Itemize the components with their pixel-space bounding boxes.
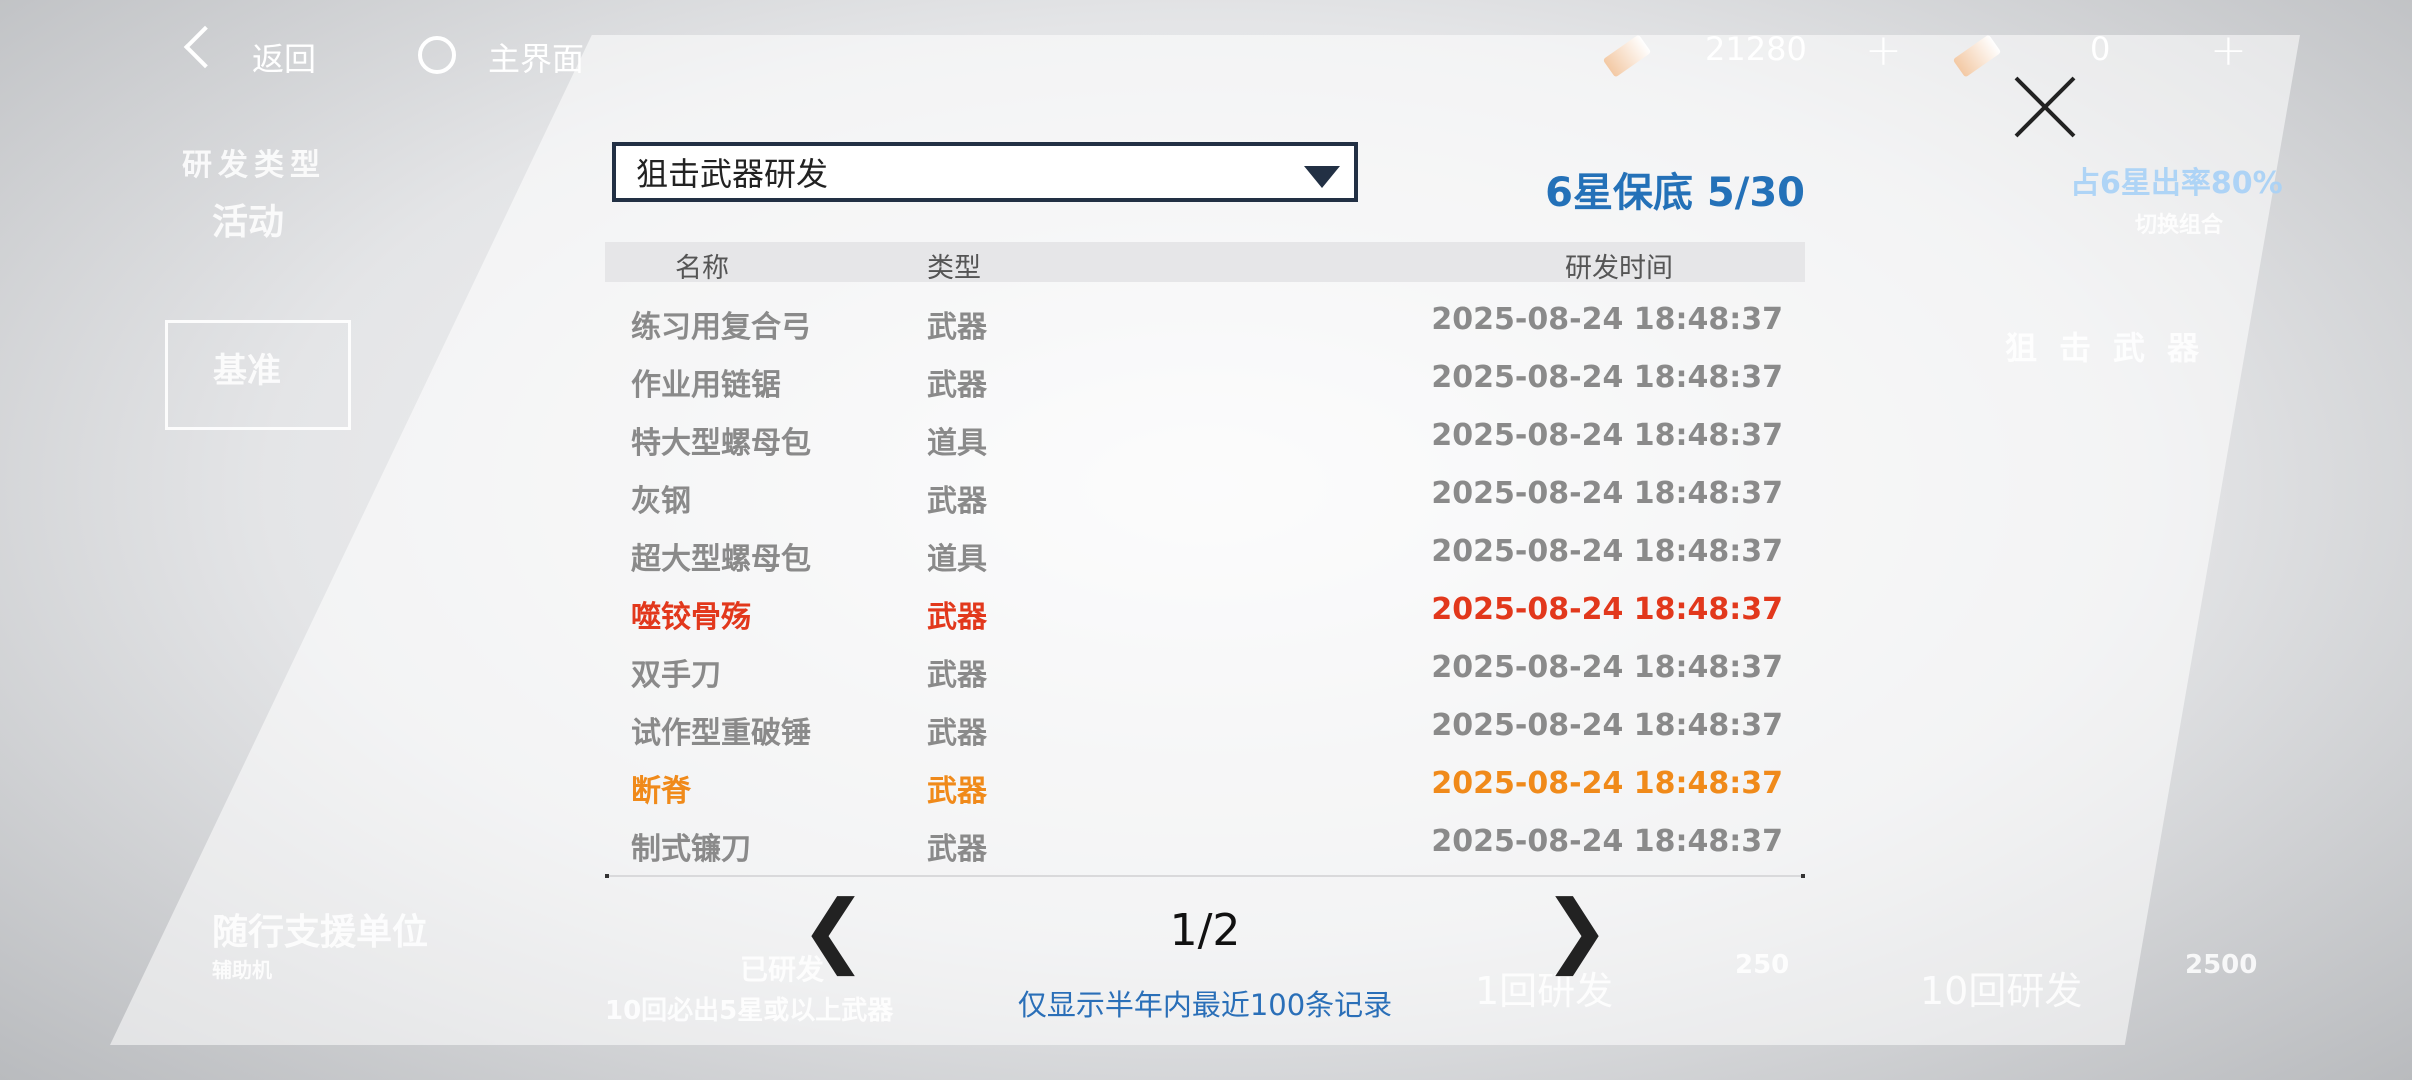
table-row: 制式镰刀 武器 2025-08-24 18:48:37 (605, 814, 1805, 872)
support-sub: 辅助机 (212, 958, 272, 982)
table-row: 特大型螺母包 道具 2025-08-24 18:48:37 (605, 408, 1805, 466)
item-type: 武器 (927, 484, 987, 519)
close-icon[interactable] (2010, 72, 2080, 142)
item-time: 2025-08-24 18:48:37 (1431, 360, 1783, 395)
item-name: 噬铰骨殇 (631, 600, 751, 635)
item-type: 武器 (927, 774, 987, 809)
item-type: 武器 (927, 832, 987, 867)
dropdown-selected-label: 狙击武器研发 (636, 155, 829, 193)
currency1-add-button[interactable]: + (1865, 25, 1902, 76)
home-button[interactable]: 主界面 (488, 34, 584, 80)
table-row: 双手刀 武器 2025-08-24 18:48:37 (605, 640, 1805, 698)
table-row: 作业用链锯 武器 2025-08-24 18:48:37 (605, 350, 1805, 408)
table-row: 灰钢 武器 2025-08-24 18:48:37 (605, 466, 1805, 524)
guarantee-counter: 6星保底 5/30 (1545, 170, 1805, 216)
item-name: 断脊 (631, 774, 691, 809)
next-page-button[interactable]: ❯ (1543, 890, 1610, 970)
category-standard-tab[interactable]: 基准 (165, 320, 351, 430)
item-time: 2025-08-24 18:48:37 (1431, 302, 1783, 337)
item-time: 2025-08-24 18:48:37 (1431, 418, 1783, 453)
item-name: 超大型螺母包 (631, 542, 811, 577)
category-title: 研发类型 (182, 148, 326, 183)
item-type: 道具 (927, 426, 987, 461)
pull10-button[interactable]: 10回研发 (1920, 960, 2082, 1015)
pull1-cost: 250 (1735, 950, 1790, 980)
item-name: 作业用链锯 (631, 368, 781, 403)
item-type: 武器 (927, 368, 987, 403)
page-indicator: 1/2 (1169, 905, 1241, 956)
item-name: 试作型重破锤 (631, 716, 811, 751)
table-row: 噬铰骨殇 武器 2025-08-24 18:48:37 (605, 582, 1805, 640)
currency1-value: 21280 (1705, 30, 1807, 68)
item-type: 道具 (927, 542, 987, 577)
table-row: 断脊 武器 2025-08-24 18:48:37 (605, 756, 1805, 814)
table-row: 试作型重破锤 武器 2025-08-24 18:48:37 (605, 698, 1805, 756)
item-time: 2025-08-24 18:48:37 (1431, 766, 1783, 801)
item-name: 特大型螺母包 (631, 426, 811, 461)
table-row: 练习用复合弓 武器 2025-08-24 18:48:37 (605, 292, 1805, 350)
record-note: 仅显示半年内最近100条记录 (1017, 988, 1393, 1022)
item-type: 武器 (927, 310, 987, 345)
item-time: 2025-08-24 18:48:37 (1431, 592, 1783, 627)
back-arrow-icon[interactable] (183, 25, 227, 69)
support-label: 随行支援单位 (212, 912, 429, 953)
table-divider (605, 874, 1805, 878)
currency2-add-button[interactable]: + (2210, 25, 2247, 76)
item-type: 武器 (927, 600, 987, 635)
research-type-dropdown[interactable]: 狙击武器研发 (612, 142, 1358, 202)
column-time: 研发时间 (1565, 253, 1673, 284)
back-button[interactable]: 返回 (252, 34, 316, 80)
home-icon[interactable] (418, 36, 456, 74)
item-name: 灰钢 (631, 484, 691, 519)
dropdown-arrow-icon (1304, 166, 1340, 188)
item-name: 练习用复合弓 (631, 310, 811, 345)
item-name: 制式镰刀 (631, 832, 751, 867)
item-time: 2025-08-24 18:48:37 (1431, 708, 1783, 743)
item-time: 2025-08-24 18:48:37 (1431, 824, 1783, 859)
pull10-cost: 2500 (2185, 950, 2258, 980)
item-time: 2025-08-24 18:48:37 (1431, 650, 1783, 685)
weapon-label: 狙击武器 (2005, 329, 2222, 367)
table-header: 名称 类型 研发时间 (605, 242, 1805, 284)
switch-combo-button[interactable]: 切换组合 (2135, 207, 2223, 239)
category-standard-label: 基准 (213, 351, 281, 391)
rate-label: 占6星出率80% (2070, 166, 2283, 201)
item-name: 双手刀 (631, 658, 721, 693)
ten-pull-hint: 10回必出5星或以上武器 (605, 996, 894, 1026)
item-type: 武器 (927, 658, 987, 693)
item-time: 2025-08-24 18:48:37 (1431, 476, 1783, 511)
category-active: 活动 (212, 202, 285, 243)
prev-page-button[interactable]: ❮ (800, 890, 867, 970)
column-type: 类型 (927, 253, 981, 284)
item-type: 武器 (927, 716, 987, 751)
table-row: 超大型螺母包 道具 2025-08-24 18:48:37 (605, 524, 1805, 582)
column-name: 名称 (675, 253, 729, 284)
currency2-value: 0 (2090, 30, 2111, 68)
item-time: 2025-08-24 18:48:37 (1431, 534, 1783, 569)
